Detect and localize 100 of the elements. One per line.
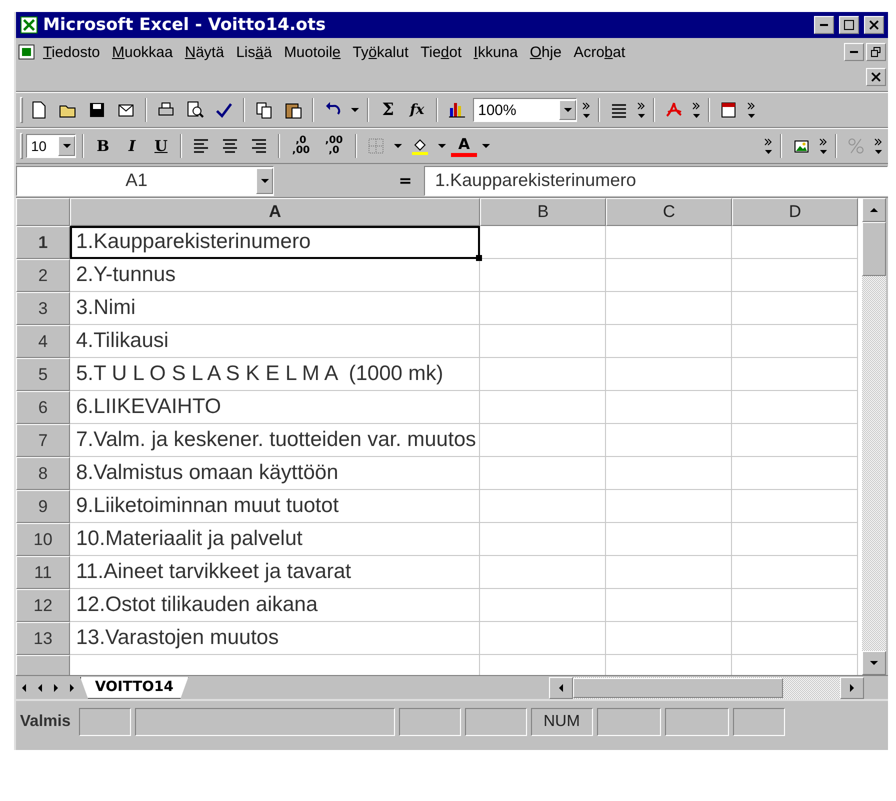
table-cell[interactable] — [606, 226, 732, 259]
close-button[interactable] — [866, 68, 886, 86]
column-header[interactable]: A — [70, 198, 480, 226]
table-cell[interactable] — [732, 523, 858, 556]
table-cell[interactable] — [732, 457, 858, 490]
table-cell[interactable]: 3.Nimi — [70, 292, 480, 325]
restore-button[interactable] — [866, 43, 886, 62]
row-header[interactable]: 2 — [16, 259, 70, 292]
table-cell[interactable]: 9.Liiketoiminnan muut tuotot — [70, 490, 480, 523]
menu-item[interactable]: Näytä — [180, 42, 230, 63]
scroll-thumb[interactable] — [862, 222, 886, 276]
table-cell[interactable]: 7.Valm. ja keskener. tuotteiden var. muutos — [70, 424, 480, 457]
table-cell[interactable] — [732, 292, 858, 325]
table-cell[interactable] — [732, 424, 858, 457]
table-cell[interactable] — [606, 622, 732, 655]
table-cell[interactable] — [480, 226, 606, 259]
dropdown-button[interactable] — [58, 136, 75, 156]
table-cell[interactable]: 12.Ostot tilikauden aikana — [70, 589, 480, 622]
menu-item[interactable]: Lisää — [231, 42, 277, 63]
menu-item[interactable]: Acrobat — [568, 42, 630, 63]
table-cell[interactable] — [480, 490, 606, 523]
table-cell[interactable] — [480, 424, 606, 457]
minimize-button[interactable] — [814, 16, 834, 34]
table-cell[interactable] — [480, 259, 606, 292]
font-size-field[interactable]: 10 — [26, 134, 76, 158]
table-cell[interactable]: 8.Valmistus omaan käyttöön — [70, 457, 480, 490]
zoom-field[interactable]: 100% — [473, 98, 577, 122]
table-cell[interactable] — [732, 391, 858, 424]
menu-item[interactable]: Tiedot — [416, 42, 467, 63]
row-header[interactable]: 12 — [16, 589, 70, 622]
minimize-button[interactable] — [844, 43, 864, 62]
row-header[interactable]: 8 — [16, 457, 70, 490]
scroll-thumb[interactable] — [572, 678, 783, 698]
table-cell[interactable] — [732, 226, 858, 259]
menu-item[interactable]: Muotoile — [278, 42, 346, 63]
underline-button[interactable]: U — [148, 133, 174, 159]
table-cell[interactable]: 13.Varastojen muutos — [70, 622, 480, 655]
table-cell[interactable] — [606, 490, 732, 523]
select-all-corner[interactable] — [16, 198, 70, 226]
row-header[interactable]: 7 — [16, 424, 70, 457]
scroll-right-button[interactable] — [840, 676, 864, 698]
table-cell[interactable] — [606, 391, 732, 424]
sum-button[interactable]: Σ — [375, 97, 401, 123]
row-header[interactable]: 1 — [16, 226, 70, 259]
formula-field[interactable]: 1.Kaupparekisterinumero — [424, 166, 888, 196]
italic-button[interactable]: I — [119, 133, 145, 159]
table-cell[interactable]: 1.Kaupparekisterinumero — [70, 226, 480, 259]
dropdown-button[interactable] — [256, 168, 273, 194]
fill-handle[interactable] — [476, 255, 482, 261]
menu-item[interactable]: Ohje — [524, 42, 567, 63]
table-cell[interactable] — [480, 556, 606, 589]
table-cell[interactable] — [732, 490, 858, 523]
row-header[interactable]: 4 — [16, 325, 70, 358]
row-header[interactable]: 11 — [16, 556, 70, 589]
row-header[interactable]: 13 — [16, 622, 70, 655]
column-header[interactable]: B — [480, 198, 606, 226]
menu-item[interactable]: Työkalut — [348, 42, 414, 63]
table-cell[interactable] — [606, 457, 732, 490]
table-cell[interactable] — [480, 457, 606, 490]
column-header[interactable]: D — [732, 198, 858, 226]
table-cell[interactable] — [606, 424, 732, 457]
table-cell[interactable] — [480, 325, 606, 358]
table-cell[interactable] — [606, 325, 732, 358]
decrease-decimal-button[interactable]: ,00 ,0 — [319, 133, 349, 159]
scroll-left-button[interactable] — [548, 676, 573, 698]
maximize-button[interactable] — [839, 16, 859, 34]
table-cell[interactable] — [606, 556, 732, 589]
table-cell[interactable] — [606, 292, 732, 325]
dropdown-button[interactable] — [559, 100, 576, 120]
menu-item[interactable]: Ikkuna — [468, 42, 523, 63]
function-button[interactable]: fx — [404, 97, 430, 123]
row-header[interactable]: 9 — [16, 490, 70, 523]
row-header[interactable]: 3 — [16, 292, 70, 325]
table-cell[interactable] — [480, 589, 606, 622]
vertical-scrollbar[interactable] — [862, 198, 886, 675]
menu-item[interactable]: Tiedosto — [38, 42, 105, 63]
table-cell[interactable] — [732, 556, 858, 589]
row-header[interactable]: 10 — [16, 523, 70, 556]
row-header[interactable]: 5 — [16, 358, 70, 391]
increase-decimal-button[interactable]: ,0 ,00 — [286, 133, 316, 159]
table-cell[interactable] — [480, 358, 606, 391]
table-cell[interactable]: 11.Aineet tarvikkeet ja tavarat — [70, 556, 480, 589]
table-cell[interactable] — [732, 589, 858, 622]
row-header[interactable]: 6 — [16, 391, 70, 424]
table-cell[interactable] — [480, 292, 606, 325]
column-header[interactable]: C — [606, 198, 732, 226]
table-cell[interactable] — [606, 358, 732, 391]
table-cell[interactable] — [732, 358, 858, 391]
table-cell[interactable]: 6.LIIKEVAIHTO — [70, 391, 480, 424]
close-button[interactable] — [864, 16, 884, 34]
table-cell[interactable] — [480, 622, 606, 655]
table-cell[interactable] — [606, 589, 732, 622]
scroll-down-button[interactable] — [862, 651, 886, 675]
scroll-up-button[interactable] — [862, 198, 886, 222]
table-cell[interactable] — [732, 622, 858, 655]
table-cell[interactable] — [480, 523, 606, 556]
table-cell[interactable] — [480, 391, 606, 424]
table-cell[interactable]: 5.T U L O S L A S K E L M A (1000 mk) — [70, 358, 480, 391]
table-cell[interactable] — [732, 259, 858, 292]
bold-button[interactable]: B — [90, 133, 116, 159]
